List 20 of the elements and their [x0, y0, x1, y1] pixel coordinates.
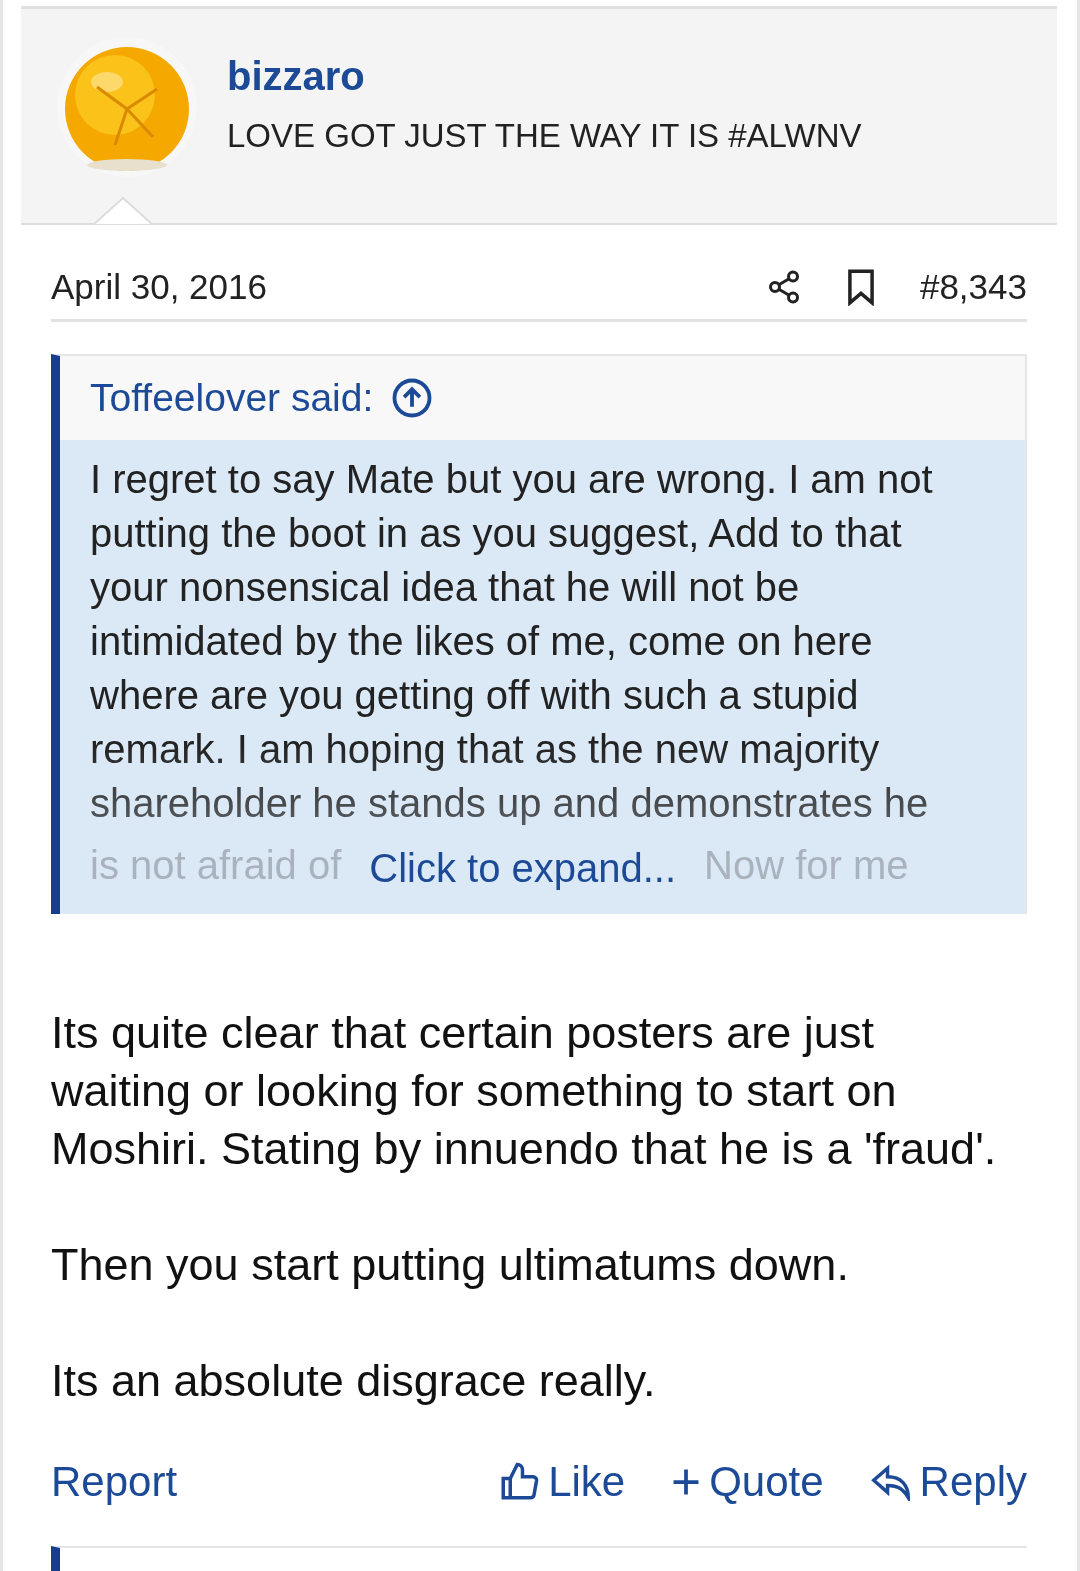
faded-text: is not afraid of [90, 842, 342, 889]
report-link[interactable]: Report [51, 1458, 178, 1506]
post-paragraph: Its an absolute disgrace really. [51, 1354, 657, 1408]
post-date: April 30, 2016 [51, 267, 268, 307]
quoted-text: I regret to say Mate but you are wrong. I am not putting the boot in as you suggest, Add to that your nonsensical idea that he will not be intimidated by the likes of me, come on here where are you getting off with such a stupid remark. I am hoping that as the new majority shareholder he stands up and demonstrates he [90, 456, 934, 827]
arrow-up-icon[interactable] [391, 377, 434, 419]
reply-icon [869, 1463, 912, 1501]
like-button[interactable]: Like [498, 1458, 626, 1506]
post-number[interactable]: #8,343 [919, 267, 1027, 307]
reply-button[interactable]: Reply [869, 1458, 1027, 1506]
user-title: LOVE GOT JUST THE WAY IT IS #ALWNV [227, 116, 862, 155]
quote-button[interactable]: Quote [671, 1458, 824, 1506]
quote-attribution[interactable]: Toffeelover said: [90, 376, 374, 420]
username[interactable]: bizzaro [227, 53, 862, 99]
bookmark-icon[interactable] [845, 268, 876, 306]
post-paragraph: Then you start putting ultimatums down. [51, 1238, 850, 1292]
post-paragraph: Its quite clear that certain posters are just waiting or looking for something to start on Moshiri. Stating by innuendo that he is a 'fraud'. [51, 1006, 998, 1176]
expand-link[interactable]: Click to expand... [369, 846, 677, 890]
plus-icon [671, 1467, 702, 1497]
faded-text: Now for me [704, 842, 909, 889]
